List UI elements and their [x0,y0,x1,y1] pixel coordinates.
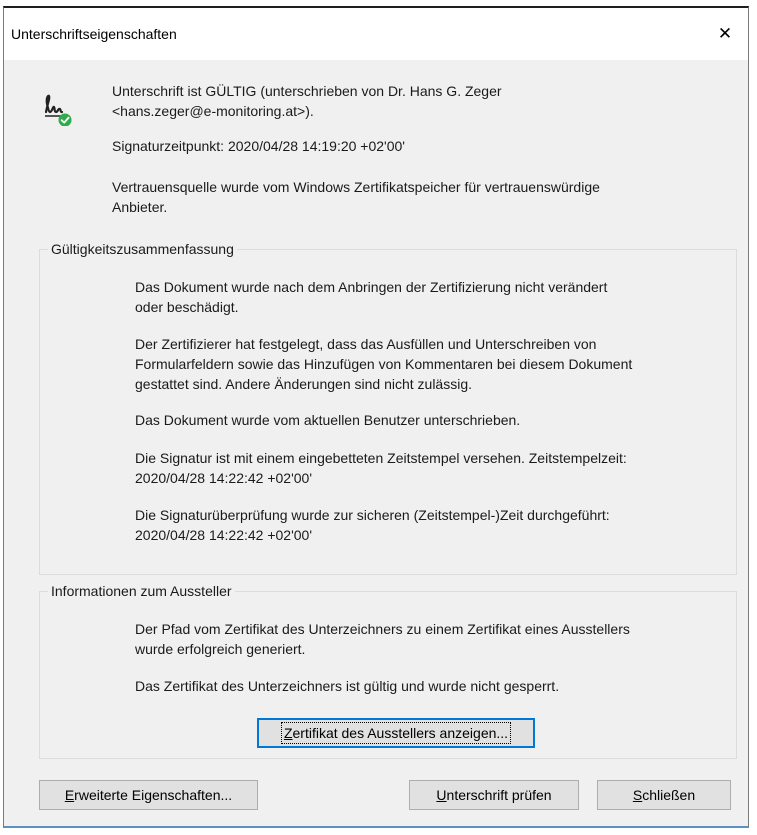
validity-line: gestattet sind. Andere Änderungen sind n… [135,376,472,392]
validity-line: Formularfeldern sowie das Hinzufügen von… [135,356,633,372]
validity-line: Der Zertifizierer hat festgelegt, dass d… [135,336,597,352]
validity-line: Die Signaturüberprüfung wurde zur sicher… [135,507,610,523]
validity-line: Das Dokument wurde vom aktuellen Benutze… [135,412,521,428]
advanced-properties-label: Erweiterte Eigenschaften... [64,787,233,803]
show-issuer-certificate-button[interactable]: Zertifikat des Ausstellers anzeigen... [257,718,535,748]
issuer-line: wurde erfolgreich generiert. [135,641,306,657]
show-issuer-certificate-label: Zertifikat des Ausstellers anzeigen... [280,722,512,744]
validity-line: Die Signatur ist mit einem eingebetteten… [135,450,627,466]
signature-status-line1: Unterschrift ist GÜLTIG (unterschrieben … [112,83,502,99]
validity-line: oder beschädigt. [135,299,239,315]
signature-properties-dialog: Unterschriftseigenschaften ✕ Unterschrif… [3,6,749,828]
validity-line: 2020/04/28 14:22:42 +02'00' [135,527,313,543]
title-bar: Unterschriftseigenschaften ✕ [4,8,748,60]
verify-signature-button[interactable]: Unterschrift prüfen [409,780,579,810]
close-button[interactable]: Schließen [597,780,731,810]
close-icon: ✕ [717,24,733,43]
validity-line: Das Dokument wurde nach dem Anbringen de… [135,279,608,295]
signature-status-line2: <hans.zeger@e-monitoring.at>). [112,103,314,119]
trust-source-line1: Vertrauensquelle wurde vom Windows Zerti… [112,179,600,195]
close-window-button[interactable]: ✕ [702,8,748,60]
window-title: Unterschriftseigenschaften [11,26,177,42]
validity-summary-legend: Gültigkeitszusammenfassung [48,240,237,258]
close-button-label: Schließen [632,787,696,803]
validity-line: 2020/04/28 14:22:42 +02'00' [135,470,313,486]
issuer-info-legend: Informationen zum Aussteller [48,582,235,600]
trust-source-line2: Anbieter. [112,199,168,215]
issuer-line: Das Zertifikat des Unterzeichners ist gü… [135,678,560,694]
issuer-line: Der Pfad vom Zertifikat des Unterzeichne… [135,621,630,637]
advanced-properties-button[interactable]: Erweiterte Eigenschaften... [39,780,258,810]
verify-signature-label: Unterschrift prüfen [436,787,552,803]
signature-timestamp: Signaturzeitpunkt: 2020/04/28 14:19:20 +… [112,138,405,154]
signature-valid-icon [44,90,72,127]
